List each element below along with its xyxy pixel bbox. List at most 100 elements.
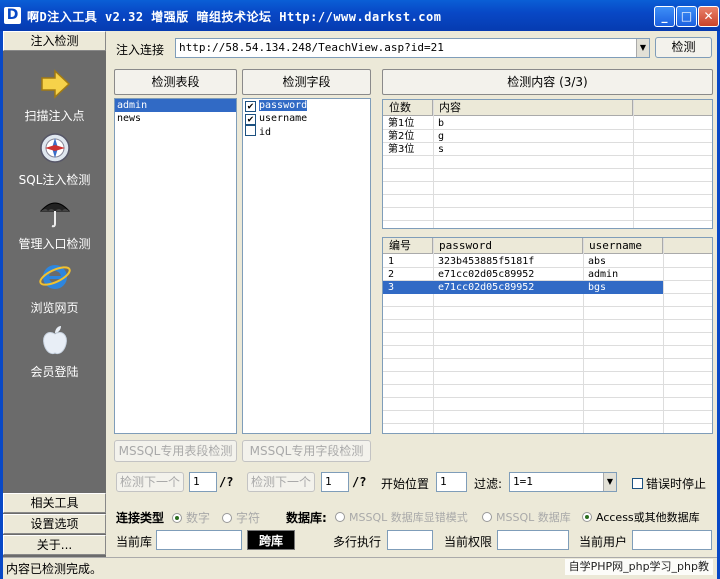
permission-input[interactable] [497,530,569,550]
nav-item-scan[interactable]: 扫描注入点 [3,67,106,124]
multi-exec-input[interactable] [387,530,433,550]
column-header[interactable]: 编号 [383,238,433,254]
mssql-fields-detect-button[interactable]: MSSQL专用字段检测 [242,440,371,462]
column-header[interactable]: password [433,238,583,254]
maximize-button[interactable]: □ [676,6,697,27]
list-item[interactable]: admin [115,99,236,112]
table-cell: 1 [388,256,395,267]
stop-on-error-checkbox[interactable]: 错误时停止 [632,475,706,492]
filter-label: 过滤: [474,477,503,491]
tables-next-button[interactable]: 检测下一个 [116,472,184,492]
fields-next-input[interactable]: 1 [321,472,349,492]
radio-icon[interactable] [482,512,492,522]
table-cell: admin [588,269,619,280]
list-item[interactable]: ✔ password [243,99,370,112]
umbrella-icon [38,195,72,229]
fields-next-suffix: /? [352,475,367,489]
results-grid[interactable]: 编号 password username 1 323b453885f5181f … [382,237,713,434]
radio-string[interactable]: 字符 [222,509,260,526]
nav-item-admin-entry[interactable]: 管理入口检测 [3,195,106,252]
status-text: 内容已检测完成。 [6,562,103,576]
tables-next-suffix: /? [219,475,234,489]
fields-list[interactable]: ✔ password ✔ username id [242,98,371,434]
table-cell: e71cc02d05c89952 [438,269,535,280]
content-header-button[interactable]: 检测内容 (3/3) [382,69,713,95]
nav-item-label: SQL注入检测 [18,173,91,187]
table-cell: 2 [388,269,395,280]
nav-item-sql-detect[interactable]: SQL注入检测 [3,131,106,188]
radio-icon[interactable] [335,512,345,522]
mssql-tables-detect-button[interactable]: MSSQL专用表段检测 [114,440,237,462]
table-cell: 第3位 [388,144,415,155]
table-cell: b [438,118,445,129]
tab-related-tools[interactable]: 相关工具 [3,493,106,513]
chevron-down-icon[interactable]: ▼ [636,39,649,57]
checkbox-unchecked-icon[interactable] [245,125,256,136]
tab-settings[interactable]: 设置选项 [3,514,106,534]
status-bar: 内容已检测完成。 自学PHP网_php学习_php教 [3,557,717,576]
current-user-input[interactable] [632,530,712,550]
minimize-button[interactable]: _ [654,6,675,27]
table-cell: e71cc02d05c89952 [438,282,535,293]
radio-icon[interactable] [222,513,232,523]
left-nav: 注入检测 扫描注入点 SQL注入检测 管理入口检测 浏览网页 会员登陆 相关工具… [3,31,106,559]
column-header[interactable]: username [583,238,663,254]
table-cell: bgs [588,282,607,293]
radio-selected-icon[interactable] [582,512,592,522]
digits-grid[interactable]: 位数 内容 第1位 b 第2位 g 第3位 s [382,99,713,229]
checkbox-checked-icon[interactable]: ✔ [245,101,256,112]
list-item[interactable]: ✔ username [243,112,370,125]
table-cell: 第2位 [388,131,415,142]
database-label: 数据库: [286,511,327,525]
tab-injection-detect[interactable]: 注入检测 [3,31,106,51]
radio-mssql-error[interactable]: MSSQL 数据库显错模式 [335,509,468,525]
cross-db-button[interactable]: 跨库 [247,530,295,550]
title-bar[interactable]: D 啊D注入工具 v2.32 增强版 暗组技术论坛 Http://www.dar… [0,0,720,31]
table-cell: 323b453885f5181f [438,256,535,267]
radio-numeric[interactable]: 数字 [172,509,210,526]
chevron-down-icon[interactable]: ▼ [603,473,616,491]
ie-browser-icon [38,259,72,293]
table-row-selected[interactable]: 3 e71cc02d05c89952 bgs [383,281,663,294]
table-cell: g [438,131,445,142]
table-cell: 3 [388,282,395,293]
tables-list[interactable]: admin news [114,98,237,434]
tables-header-button[interactable]: 检测表段 [114,69,237,95]
fields-header-button[interactable]: 检测字段 [242,69,371,95]
close-button[interactable]: ✕ [698,6,719,27]
start-position-input[interactable]: 1 [436,472,467,492]
nav-item-label: 浏览网页 [30,301,79,315]
nav-item-browse[interactable]: 浏览网页 [3,259,106,316]
tables-next-input[interactable]: 1 [189,472,217,492]
radio-mssql[interactable]: MSSQL 数据库 [482,509,571,525]
nav-item-member-login[interactable]: 会员登陆 [3,323,106,380]
multi-exec-label: 多行执行 [333,535,382,549]
arrow-right-icon [38,67,72,101]
url-label: 注入连接 [116,43,165,57]
window-title: 啊D注入工具 v2.32 增强版 暗组技术论坛 Http://www.darks… [27,10,442,24]
current-db-input[interactable] [156,530,242,550]
radio-selected-icon[interactable] [172,513,182,523]
current-user-label: 当前用户 [579,535,628,549]
connection-type-label: 连接类型 [116,511,165,525]
current-db-label: 当前库 [116,535,153,549]
nav-item-label: 扫描注入点 [24,109,85,123]
list-item[interactable]: news [115,112,236,125]
apple-icon [38,323,72,357]
filter-select[interactable]: 1=1 [509,472,617,492]
column-header[interactable]: 位数 [383,100,433,116]
detect-button[interactable]: 检测 [655,37,712,58]
checkbox-checked-icon[interactable]: ✔ [245,114,256,125]
table-cell: abs [588,256,607,267]
url-input[interactable]: http://58.54.134.248/TeachView.asp?id=21 [175,38,650,58]
fields-next-button[interactable]: 检测下一个 [247,472,315,492]
watermark-text: 自学PHP网_php学习_php教 [564,559,713,575]
radio-access[interactable]: Access或其他数据库 [582,509,700,525]
nav-item-label: 会员登陆 [30,365,79,379]
column-header[interactable]: 内容 [433,100,633,116]
permission-label: 当前权限 [444,535,493,549]
app-icon: D [4,7,21,24]
list-item[interactable]: id [243,125,370,139]
tab-about[interactable]: 关于... [3,535,106,555]
checkbox-unchecked-icon[interactable] [632,478,643,489]
